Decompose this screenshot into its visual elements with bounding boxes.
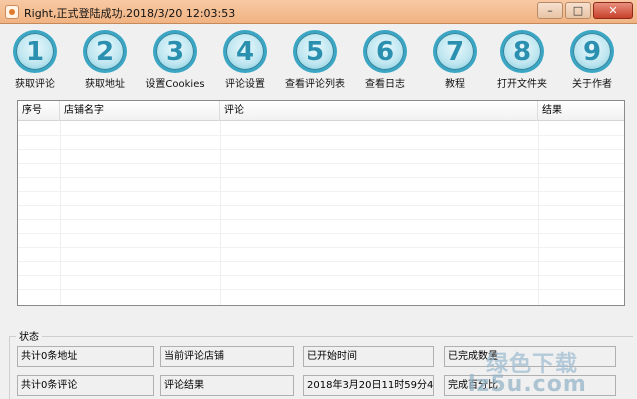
grid-row-line bbox=[18, 177, 624, 178]
tool-label: 教程 bbox=[445, 79, 465, 90]
grid-row-line bbox=[18, 247, 624, 248]
address-count-field: 共计0条地址 bbox=[17, 346, 154, 367]
set-cookies-button[interactable]: 3 设置Cookies bbox=[140, 26, 210, 90]
grid-row-line bbox=[18, 233, 624, 234]
list-header: 序号 店铺名字 评论 结果 bbox=[18, 101, 624, 121]
column-header-comment[interactable]: 评论 bbox=[220, 101, 538, 121]
grid-row-line bbox=[18, 275, 624, 276]
tool-label: 查看评论列表 bbox=[285, 79, 345, 90]
tool-label: 评论设置 bbox=[225, 79, 265, 90]
about-author-button[interactable]: 9 关于作者 bbox=[557, 26, 627, 90]
start-time-value: 2018年3月20日11时59分43秒 bbox=[303, 375, 434, 396]
current-shop-field: 当前评论店铺 bbox=[160, 346, 294, 367]
grid-row-line bbox=[18, 219, 624, 220]
tool-label: 打开文件夹 bbox=[497, 79, 547, 90]
number-1-icon: 1 bbox=[13, 30, 57, 73]
number-7-icon: 7 bbox=[433, 30, 477, 73]
tool-label: 获取地址 bbox=[85, 79, 125, 90]
close-button[interactable]: ✕ bbox=[593, 2, 633, 19]
grid-row-line bbox=[18, 261, 624, 262]
column-header-shop-name[interactable]: 店铺名字 bbox=[60, 101, 220, 121]
comment-result-field: 评论结果 bbox=[160, 375, 294, 396]
number-8-icon: 8 bbox=[500, 30, 544, 73]
status-legend: 状态 bbox=[16, 328, 42, 343]
grid-row-line bbox=[18, 135, 624, 136]
grid-row-line bbox=[18, 289, 624, 290]
open-folder-button[interactable]: 8 打开文件夹 bbox=[487, 26, 557, 90]
start-time-label: 已开始时间 bbox=[303, 346, 434, 367]
comment-count-field: 共计0条评论 bbox=[17, 375, 154, 396]
window-title: Right,正式登陆成功.2018/3/20 12:03:53 bbox=[24, 7, 236, 20]
minimize-icon: – bbox=[547, 4, 553, 17]
view-log-button[interactable]: 6 查看日志 bbox=[350, 26, 420, 90]
view-comment-list-button[interactable]: 5 查看评论列表 bbox=[280, 26, 350, 90]
window-controls: – □ ✕ bbox=[537, 2, 633, 19]
completion-percent-field: 完成百分比 bbox=[444, 375, 616, 396]
number-3-icon: 3 bbox=[153, 30, 197, 73]
close-icon: ✕ bbox=[608, 4, 618, 17]
get-address-button[interactable]: 2 获取地址 bbox=[70, 26, 140, 90]
tool-label: 关于作者 bbox=[572, 79, 612, 90]
column-header-result[interactable]: 结果 bbox=[538, 101, 624, 121]
toolbar: 1 获取评论 2 获取地址 3 设置Cookies 4 评论设置 5 查看评论列… bbox=[0, 26, 637, 90]
number-2-icon: 2 bbox=[83, 30, 127, 73]
number-5-icon: 5 bbox=[293, 30, 337, 73]
tool-label: 查看日志 bbox=[365, 79, 405, 90]
get-comments-button[interactable]: 1 获取评论 bbox=[0, 26, 70, 90]
grid-row-line bbox=[18, 191, 624, 192]
comment-list-view[interactable]: 序号 店铺名字 评论 结果 bbox=[17, 100, 625, 306]
comment-settings-button[interactable]: 4 评论设置 bbox=[210, 26, 280, 90]
completed-count-field: 已完成数量 bbox=[444, 346, 616, 367]
tool-label: 获取评论 bbox=[15, 79, 55, 90]
number-6-icon: 6 bbox=[363, 30, 407, 73]
column-header-index[interactable]: 序号 bbox=[18, 101, 60, 121]
number-4-icon: 4 bbox=[223, 30, 267, 73]
grid-row-line bbox=[18, 205, 624, 206]
number-9-icon: 9 bbox=[570, 30, 614, 73]
minimize-button[interactable]: – bbox=[537, 2, 563, 19]
maximize-icon: □ bbox=[572, 4, 584, 17]
grid-row-line bbox=[18, 163, 624, 164]
grid-row-line bbox=[18, 149, 624, 150]
app-icon bbox=[5, 5, 19, 19]
maximize-button[interactable]: □ bbox=[565, 2, 591, 19]
tutorial-button[interactable]: 7 教程 bbox=[420, 26, 490, 90]
tool-label: 设置Cookies bbox=[145, 79, 205, 90]
title-bar: Right,正式登陆成功.2018/3/20 12:03:53 – □ ✕ bbox=[0, 0, 637, 24]
